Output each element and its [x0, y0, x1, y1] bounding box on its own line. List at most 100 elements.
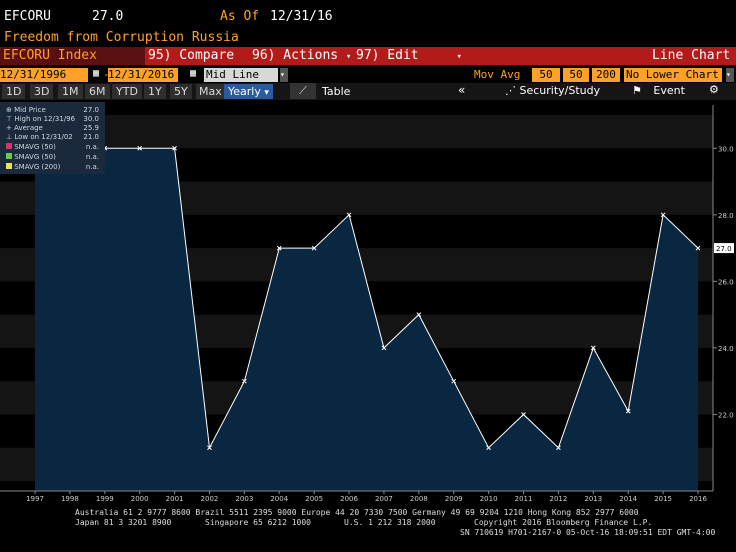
- line-marker-icon: ⊕: [6, 106, 12, 114]
- low-marker-icon: ⊥: [6, 133, 13, 141]
- period-ytd[interactable]: YTD: [112, 84, 142, 99]
- mov-avg-3-field[interactable]: 200: [592, 68, 620, 82]
- x-tick-label: 2013: [584, 495, 602, 503]
- y-tick-label: 30.0: [718, 145, 734, 153]
- y-tick-label: 28.0: [718, 212, 734, 220]
- last-value: 27.0: [92, 9, 124, 24]
- period-1y[interactable]: 1Y: [144, 84, 166, 99]
- header-bar: EFCORU 27.0 As Of 12/31/16: [0, 6, 736, 26]
- start-date-field[interactable]: 12/31/1996: [0, 68, 88, 82]
- period-1m[interactable]: 1M: [58, 84, 83, 99]
- legend-item-high: ⊤ High on 12/31/96: [6, 115, 75, 123]
- calendar-icon[interactable]: ▦: [93, 68, 99, 79]
- legend-item-smavg-2[interactable]: SMAVG (50): [6, 153, 56, 161]
- period-3d[interactable]: 3D: [30, 84, 54, 99]
- footer-copyright: Copyright 2016 Bloomberg Finance L.P.: [474, 518, 653, 527]
- x-tick-label: 2012: [550, 495, 568, 503]
- legend-label: SMAVG (200): [14, 163, 61, 171]
- security-study-button[interactable]: ⋰ Security/Study: [505, 84, 600, 97]
- period-bar: 1D 3D 1M 6M YTD 1Y 5Y Max Yearly ▾ ⟋ Tab…: [0, 83, 736, 100]
- lower-chart-select[interactable]: No Lower Chart: [624, 68, 722, 82]
- y-tick-label: 22.0: [718, 411, 734, 419]
- collapse-left-icon[interactable]: «: [458, 83, 465, 97]
- frequency-select[interactable]: Yearly ▾: [224, 84, 273, 99]
- compare-button[interactable]: 95) Compare: [148, 47, 234, 65]
- subtitle-bar: Freedom from Corruption Russia: [0, 29, 736, 47]
- x-tick-label: 2011: [515, 495, 533, 503]
- footer-session-info: SN 710619 H701-2167-0 05-Oct-16 18:09:51…: [460, 528, 716, 537]
- x-tick-label: 2002: [201, 495, 219, 503]
- actions-label: 96) Actions: [252, 48, 339, 63]
- line-mode-select[interactable]: Mid Line: [204, 68, 278, 82]
- legend-value: n.a.: [85, 143, 99, 151]
- legend-label: Mid Price: [14, 106, 46, 114]
- footer-contact-singapore: Singapore 65 6212 1000: [205, 518, 311, 527]
- mov-avg-2-field[interactable]: 50: [563, 68, 589, 82]
- chevron-down-icon[interactable]: ▾: [726, 68, 734, 82]
- x-tick-label: 2005: [305, 495, 323, 503]
- event-button[interactable]: ⚑ Event: [632, 84, 685, 97]
- toolbar: EFCORU Index 95) Compare 96) Actions ▾ 9…: [0, 47, 736, 65]
- legend-item-low: ⊥ Low on 12/31/02: [6, 133, 73, 141]
- x-tick-label: 2016: [689, 495, 707, 503]
- background-band: [0, 114, 713, 149]
- line-chart[interactable]: 22.0 24.0 26.0 28.0 30.0 1997 1998 1999 2000 200…: [0, 101, 736, 506]
- event-label: Event: [653, 84, 685, 97]
- chevron-down-icon: ▾: [264, 88, 269, 98]
- average-marker-icon: +: [6, 124, 12, 132]
- x-tick-label: 2006: [340, 495, 358, 503]
- chevron-down-icon[interactable]: ▾: [280, 68, 288, 82]
- range-bar: 12/31/1996 ▦ - 12/31/2016 ▦ Mid Line ▾ M…: [0, 67, 736, 83]
- x-tick-label: 1998: [61, 495, 79, 503]
- period-1d[interactable]: 1D: [2, 84, 26, 99]
- last-value-label: 27.0: [716, 245, 732, 253]
- chevron-down-icon: ▾: [345, 52, 352, 62]
- period-5y[interactable]: 5Y: [170, 84, 192, 99]
- period-max[interactable]: Max: [196, 84, 225, 99]
- gear-icon[interactable]: ⚙: [709, 83, 719, 96]
- swatch-icon: [6, 163, 12, 169]
- end-date-field[interactable]: 12/31/2016: [108, 68, 178, 82]
- legend-value: n.a.: [85, 153, 99, 161]
- footer: Australia 61 2 9777 8600 Brazil 5511 239…: [0, 506, 736, 552]
- x-tick-label: 2004: [270, 495, 288, 503]
- x-tick-label: 2003: [235, 495, 253, 503]
- footer-contacts-line1: Australia 61 2 9777 8600 Brazil 5511 239…: [75, 508, 639, 517]
- chart-type-label[interactable]: Line Chart: [652, 47, 730, 65]
- table-button[interactable]: Table: [322, 85, 350, 98]
- ticker: EFCORU: [4, 9, 51, 24]
- x-tick-label: 2009: [445, 495, 463, 503]
- legend-label: Low on 12/31/02: [14, 133, 73, 141]
- legend-label: SMAVG (50): [14, 143, 56, 151]
- high-marker-icon: ⊤: [6, 115, 13, 123]
- y-tick-label: 26.0: [718, 278, 734, 286]
- legend-item-average: + Average: [6, 124, 43, 132]
- legend-item-smavg-1[interactable]: SMAVG (50): [6, 143, 56, 151]
- frequency-label: Yearly: [228, 85, 261, 98]
- chart-style-icon[interactable]: ⟋: [290, 83, 316, 99]
- swatch-icon: [6, 143, 12, 149]
- edit-label: 97) Edit: [356, 48, 419, 63]
- period-6m[interactable]: 6M: [85, 84, 110, 99]
- asof-label: As Of: [220, 9, 260, 24]
- legend-value: 30.0: [83, 115, 99, 123]
- security-field[interactable]: EFCORU Index: [0, 47, 145, 65]
- legend-item-smavg-3[interactable]: SMAVG (200): [6, 163, 60, 171]
- x-tick-label: 2014: [619, 495, 637, 503]
- x-tick-label: 2008: [410, 495, 428, 503]
- calendar-icon[interactable]: ▦: [190, 68, 196, 79]
- x-tick-label: 2007: [375, 495, 393, 503]
- security-description: Freedom from Corruption Russia: [4, 30, 239, 45]
- y-tick-label: 24.0: [718, 345, 734, 353]
- x-tick-label: 2015: [654, 495, 672, 503]
- asof-date: 12/31/16: [270, 9, 333, 24]
- footer-contact-japan: Japan 81 3 3201 8900: [75, 518, 172, 527]
- security-study-label: Security/Study: [519, 84, 601, 97]
- legend-value: n.a.: [85, 163, 99, 171]
- mov-avg-1-field[interactable]: 50: [532, 68, 560, 82]
- legend-label: High on 12/31/96: [14, 115, 76, 123]
- actions-button[interactable]: 96) Actions ▾: [252, 47, 351, 66]
- flag-icon: ⚑: [632, 84, 642, 97]
- legend-item-mid-price: ⊕ Mid Price: [6, 106, 46, 114]
- edit-button[interactable]: 97) Edit ▾: [356, 47, 462, 66]
